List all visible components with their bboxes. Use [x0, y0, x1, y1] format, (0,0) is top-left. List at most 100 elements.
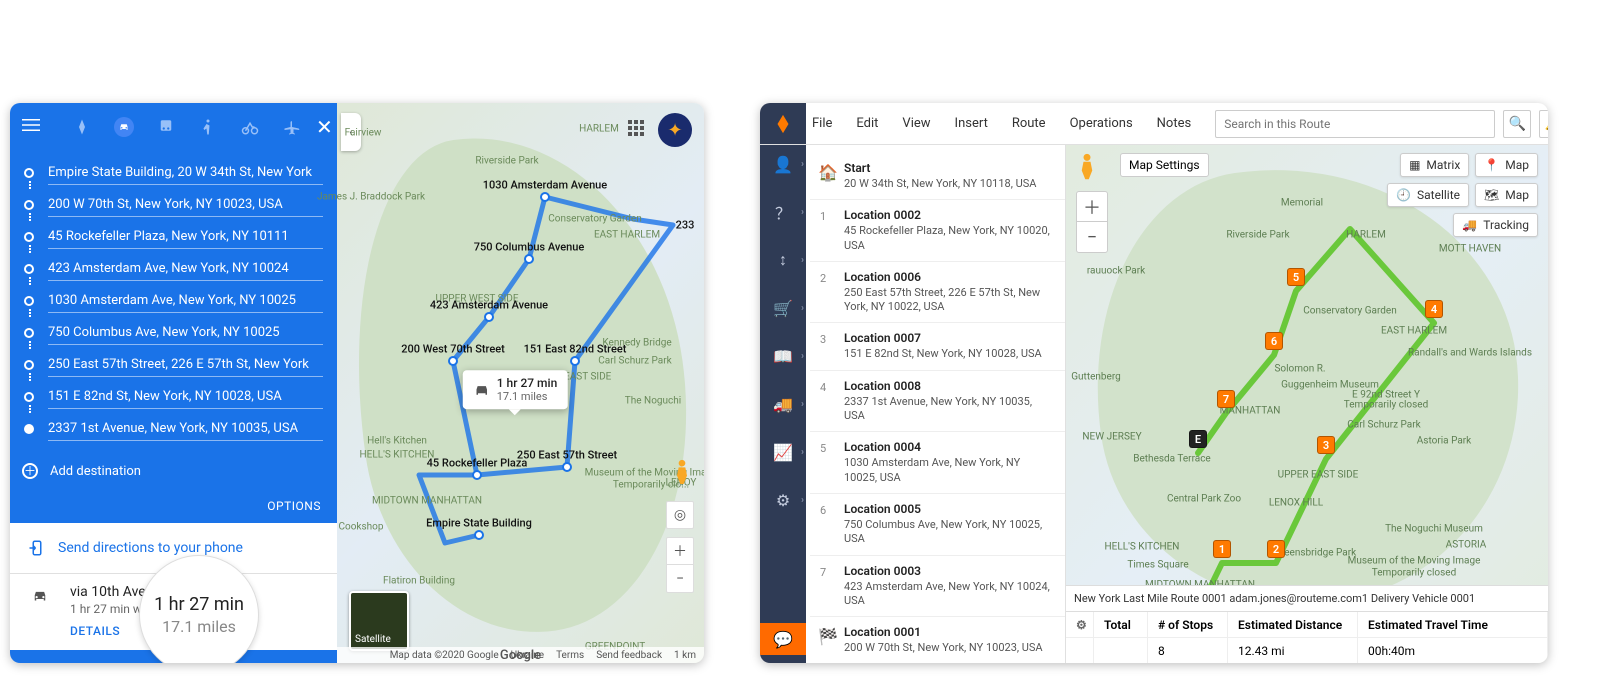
stop-row[interactable]: 🏁Location 0001200 W 70th St, New York, N… — [810, 617, 1065, 663]
stop-address: 200 W 70th St, New York, NY 10023, USA — [844, 641, 1055, 655]
map-poi-label: Central Park Zoo — [1167, 494, 1241, 505]
map-stop-marker[interactable]: 4 — [1425, 300, 1443, 318]
menu-operations[interactable]: Operations — [1070, 116, 1133, 131]
zoom-in-button[interactable]: ＋ — [666, 537, 694, 565]
gm-map[interactable]: ‹ ✦ FairviewHARLEMRiverside ParkConserva… — [337, 103, 704, 663]
rail-fleet-icon[interactable]: 🚚 — [760, 391, 806, 417]
hamburger-icon[interactable] — [22, 116, 40, 138]
waypoint-bullet-icon — [24, 168, 34, 178]
map-stop-marker[interactable]: 3 — [1317, 436, 1335, 454]
gear-icon[interactable]: ⚙ — [1066, 612, 1094, 637]
waypoint-row[interactable] — [24, 349, 323, 381]
stop-address: 423 Amsterdam Ave, New York, NY 10024, U… — [844, 580, 1055, 609]
search-input[interactable] — [1215, 110, 1495, 138]
walk-icon[interactable] — [198, 117, 218, 137]
waypoint-row[interactable] — [24, 381, 323, 413]
waypoint-input[interactable] — [48, 353, 323, 377]
stop-address: 250 East 57th Street, 226 E 57th St, New… — [844, 286, 1055, 315]
stop-row[interactable]: 6Location 0005750 Columbus Ave, New York… — [810, 494, 1065, 556]
waypoint-input[interactable] — [48, 385, 323, 409]
add-destination-link[interactable]: ＋ Add destination — [10, 445, 337, 491]
route-point-label: 750 Columbus Avenue — [474, 241, 585, 254]
rail-routes-icon[interactable]: ↕ — [760, 247, 806, 273]
waypoint-row[interactable] — [24, 221, 323, 253]
rail-settings-user-icon[interactable]: ⚙ — [760, 487, 806, 513]
route-point-label: 233 — [676, 219, 695, 232]
map-stop-marker[interactable]: 2 — [1267, 540, 1285, 558]
geolocate-icon[interactable]: ◎ — [666, 501, 694, 529]
stop-row[interactable]: 1Location 000245 Rockefeller Plaza, New … — [810, 200, 1065, 262]
map-poi-label: NEW JERSEY — [1082, 432, 1141, 443]
menu-file[interactable]: File — [812, 116, 832, 131]
rm-logo[interactable] — [760, 103, 806, 144]
waypoint-input[interactable] — [48, 321, 323, 345]
options-link[interactable]: OPTIONS — [10, 491, 337, 523]
google-logo: Google — [500, 648, 541, 663]
search-button[interactable]: 🔍 — [1503, 110, 1531, 138]
rail-addressbook-icon[interactable]: 📖 — [760, 343, 806, 369]
stop-row[interactable]: 5Location 00041030 Amsterdam Ave, New Yo… — [810, 432, 1065, 494]
flag-icon: 🏁 — [818, 627, 838, 646]
waypoint-row[interactable] — [24, 253, 323, 285]
map-stop-marker[interactable]: 1 — [1213, 540, 1231, 558]
bike-icon[interactable] — [240, 117, 260, 137]
transit-icon[interactable] — [156, 117, 176, 137]
waypoint-input[interactable] — [48, 193, 323, 217]
route-waypoint-dot — [474, 530, 484, 540]
close-icon[interactable]: ✕ — [316, 115, 333, 139]
waypoint-row[interactable] — [24, 413, 323, 445]
zoom-out-button[interactable]: − — [666, 565, 694, 593]
plane-icon[interactable] — [282, 117, 302, 137]
rail-cart-icon[interactable]: 🛒 — [760, 295, 806, 321]
stop-row[interactable]: 3Location 0007151 E 82nd St, New York, N… — [810, 323, 1065, 370]
menu-view[interactable]: View — [902, 116, 930, 131]
stop-row[interactable]: 7Location 0003423 Amsterdam Ave, New Yor… — [810, 556, 1065, 618]
rail-analytics-icon[interactable]: 📈 — [760, 439, 806, 465]
waypoint-row[interactable] — [24, 157, 323, 189]
route-point-label: 250 East 57th Street — [517, 449, 617, 462]
menu-insert[interactable]: Insert — [955, 116, 988, 131]
feedback-link[interactable]: Send feedback — [596, 650, 662, 661]
satellite-toggle[interactable]: Satellite — [349, 591, 409, 651]
map-stop-marker[interactable]: 6 — [1265, 332, 1283, 350]
waypoint-input[interactable] — [48, 225, 323, 249]
menu-route[interactable]: Route — [1012, 116, 1046, 131]
add-destination-label: Add destination — [50, 464, 141, 479]
map-poi-label: Hell's Kitchen — [367, 436, 427, 447]
best-route-icon[interactable] — [72, 117, 92, 137]
stop-row[interactable]: 4Location 00082337 1st Avenue, New York,… — [810, 371, 1065, 433]
menu-notes[interactable]: Notes — [1157, 116, 1192, 131]
stop-title: Location 0005 — [844, 502, 1055, 516]
stop-row[interactable]: 🏠Start20 W 34th St, New York, NY 10118, … — [810, 153, 1065, 200]
map-poi-label: The Noguchi — [625, 396, 681, 407]
val-stops: 8 — [1148, 638, 1228, 663]
rail-chat-icon[interactable]: 💬 — [760, 623, 806, 655]
waypoint-input[interactable] — [48, 161, 323, 185]
waypoint-row[interactable] — [24, 189, 323, 221]
map-stop-marker[interactable]: 7 — [1217, 390, 1235, 408]
rail-add-user-icon[interactable]: 👤 — [760, 151, 806, 177]
waypoint-bullet-icon — [24, 296, 34, 306]
pegman-icon[interactable] — [672, 459, 692, 487]
stop-list[interactable]: 🏠Start20 W 34th St, New York, NY 10118, … — [806, 145, 1066, 663]
notifications-icon[interactable]: 🔔 — [1539, 110, 1548, 138]
menu-edit[interactable]: Edit — [856, 116, 878, 131]
waypoint-bullet-icon — [24, 264, 34, 274]
stop-title: Location 0006 — [844, 270, 1055, 284]
send-to-phone-label: Send directions to your phone — [58, 540, 243, 556]
car-icon — [28, 584, 52, 608]
terms-link[interactable]: Terms — [556, 650, 584, 661]
waypoint-row[interactable] — [24, 285, 323, 317]
car-icon[interactable] — [114, 117, 134, 137]
waypoint-input[interactable] — [48, 289, 323, 313]
rail-help-icon[interactable]: ？ — [760, 199, 806, 225]
waypoint-input[interactable] — [48, 257, 323, 281]
car-icon — [473, 381, 491, 399]
map-stop-marker[interactable]: E — [1189, 430, 1207, 448]
stop-row[interactable]: 2Location 0006250 East 57th Street, 226 … — [810, 262, 1065, 324]
waypoint-row[interactable] — [24, 317, 323, 349]
waypoint-input[interactable] — [48, 417, 323, 441]
col-total: Total — [1094, 612, 1148, 637]
waypoint-bullet-icon — [24, 328, 34, 338]
map-stop-marker[interactable]: 5 — [1287, 268, 1305, 286]
